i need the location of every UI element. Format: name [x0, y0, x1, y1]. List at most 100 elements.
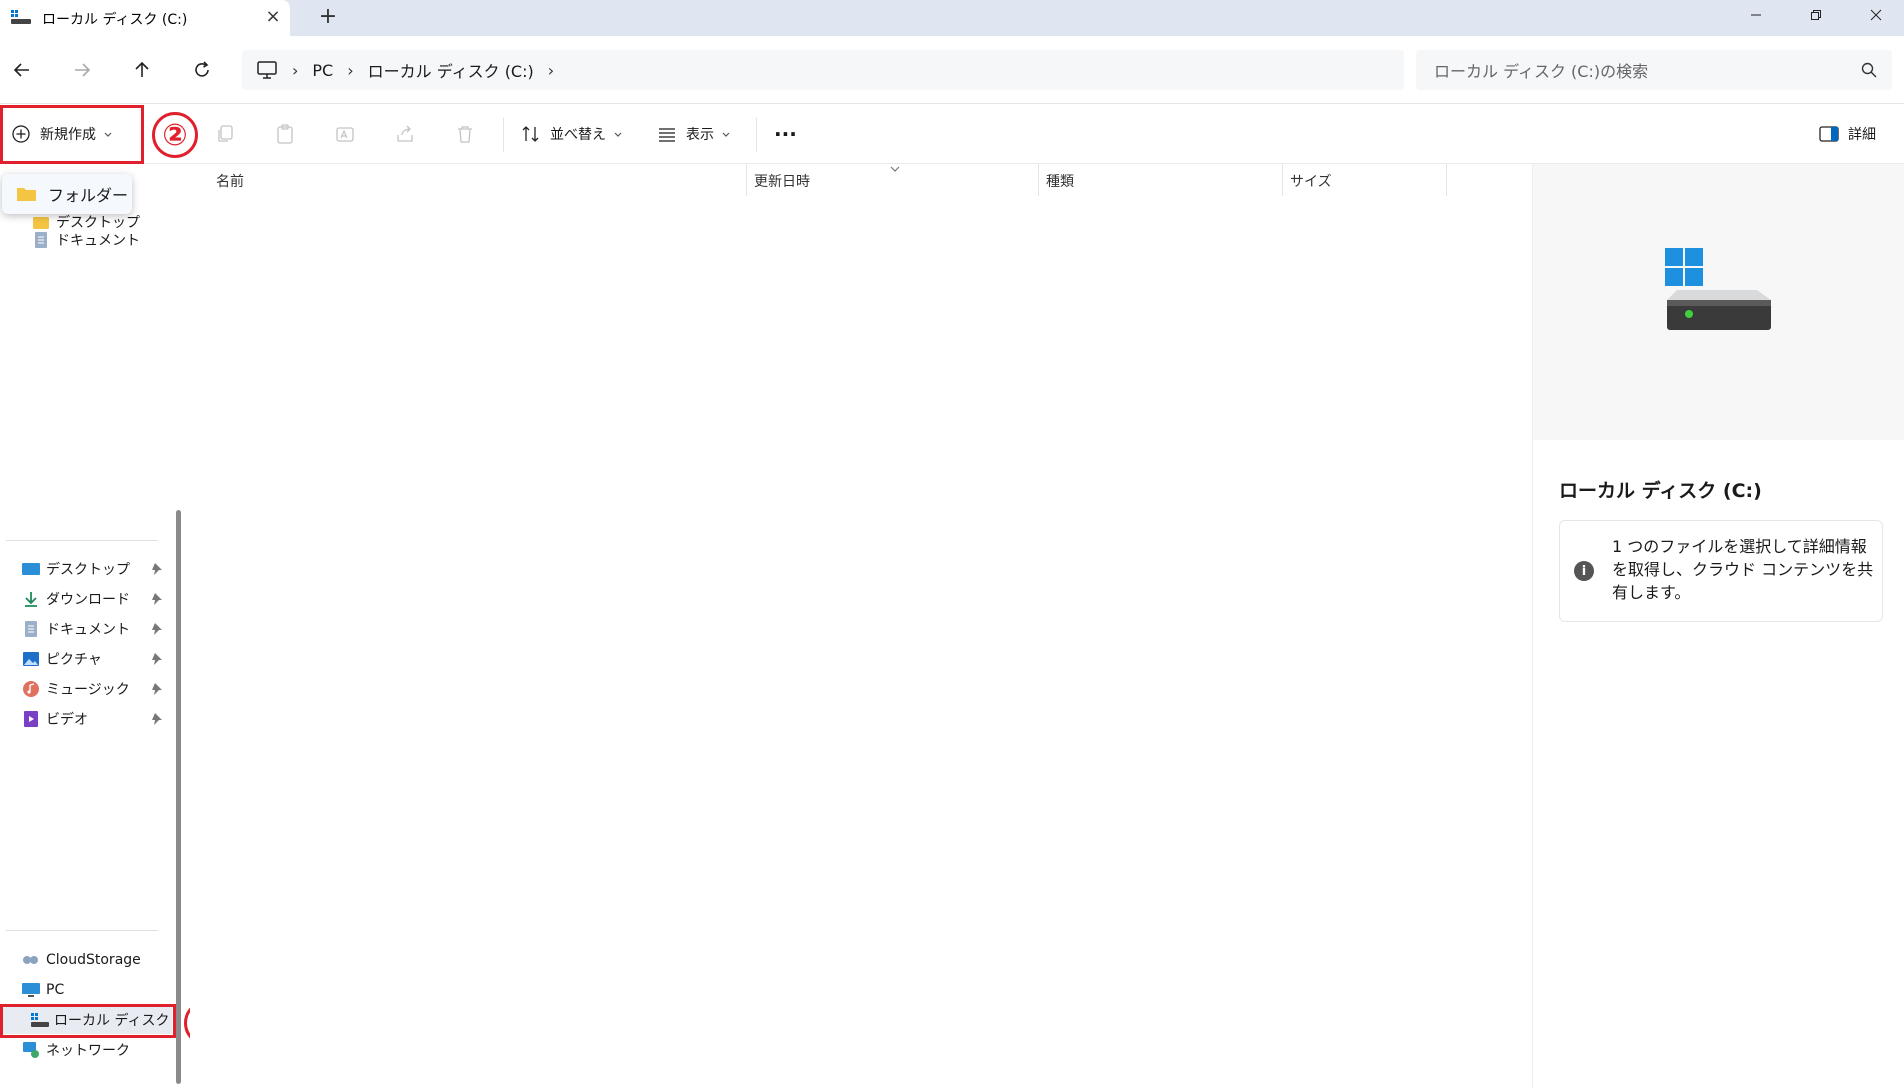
sort-button[interactable]: 並べ替え — [520, 114, 624, 154]
more-button[interactable]: ··· — [774, 114, 797, 154]
column-header-modified[interactable]: 更新日時 — [754, 164, 810, 198]
video-icon — [20, 709, 42, 729]
pin-icon — [152, 653, 162, 665]
details-pane: ローカル ディスク (C:) i 1 つのファイルを選択して詳細情報を取得し、ク… — [1532, 164, 1904, 1088]
view-label: 表示 — [686, 127, 714, 143]
sidebar-item-label: ビデオ — [46, 712, 88, 728]
pin-icon — [152, 563, 162, 575]
rename-button[interactable] — [334, 114, 356, 154]
column-header-size[interactable]: サイズ — [1290, 164, 1332, 198]
breadcrumb[interactable]: › PC › ローカル ディスク (C:) › — [242, 50, 1404, 90]
arrow-up-icon — [135, 61, 149, 77]
list-view-icon — [659, 128, 675, 142]
delete-button[interactable] — [454, 114, 476, 154]
more-icon: ··· — [774, 122, 797, 146]
sidebar-item-label: ドキュメント — [46, 622, 130, 638]
network-icon — [20, 1040, 42, 1060]
sidebar-item-downloads[interactable]: ダウンロード — [0, 585, 172, 613]
restore-button[interactable] — [1786, 0, 1846, 30]
up-button[interactable] — [122, 50, 162, 90]
new-tab-button[interactable]: + — [316, 5, 340, 29]
cloud-storage-icon — [20, 950, 42, 970]
sidebar-item-label: デスクトップ — [46, 562, 130, 578]
sort-label: 並べ替え — [550, 127, 606, 143]
sidebar-item-music[interactable]: ミュージック — [0, 675, 172, 703]
share-button[interactable] — [394, 114, 416, 154]
sidebar-item-desktop[interactable]: デスクトップ — [0, 555, 172, 583]
pin-icon — [152, 623, 162, 635]
paste-icon — [277, 124, 293, 144]
paste-button[interactable] — [274, 114, 296, 154]
menu-item-folder[interactable]: フォルダー — [16, 182, 128, 206]
column-header-name[interactable]: 名前 — [216, 164, 244, 198]
sidebar-item-pc[interactable]: PC — [0, 976, 172, 1004]
chevron-right-icon[interactable]: › — [548, 61, 554, 80]
sidebar-item-cloudstorage[interactable]: CloudStorage — [0, 946, 172, 974]
sidebar-item-documents[interactable]: ドキュメント — [0, 615, 172, 643]
share-icon — [397, 125, 413, 142]
close-window-button[interactable] — [1846, 0, 1904, 30]
address-bar: › PC › ローカル ディスク (C:) › ローカル ディスク (C:)の検… — [0, 36, 1904, 104]
tab-title: ローカル ディスク (C:) — [42, 12, 188, 28]
sidebar-item-label: ドキュメント — [56, 233, 140, 249]
copy-icon — [218, 125, 233, 142]
forward-button[interactable] — [62, 50, 102, 90]
copy-button[interactable] — [214, 114, 236, 154]
title-bar: ローカル ディスク (C:) × + — [0, 0, 1904, 36]
sidebar-scrollbar[interactable] — [176, 510, 181, 1084]
download-icon — [20, 589, 42, 609]
restore-icon — [1811, 10, 1821, 20]
chevron-right-icon[interactable]: › — [347, 61, 353, 80]
back-button[interactable] — [2, 50, 42, 90]
column-divider[interactable] — [1282, 164, 1283, 196]
pc-icon — [20, 980, 42, 1000]
annotation-step-2: ② — [152, 112, 198, 158]
annotation-box-new — [0, 105, 144, 164]
refresh-icon — [195, 61, 209, 77]
toolbar-divider — [503, 118, 504, 152]
minimize-icon — [1751, 14, 1761, 16]
new-dropdown-menu: フォルダー — [2, 174, 132, 214]
details-preview — [1533, 164, 1904, 440]
search-icon — [1861, 62, 1877, 78]
sidebar-item-network[interactable]: ネットワーク — [0, 1036, 172, 1064]
sidebar-item-documents-top[interactable]: ドキュメント — [0, 226, 172, 254]
refresh-button[interactable] — [182, 50, 222, 90]
arrow-right-icon — [75, 63, 91, 77]
details-pane-button[interactable]: 詳細 — [1818, 114, 1876, 154]
breadcrumb-local-disk[interactable]: ローカル ディスク (C:) — [368, 58, 534, 82]
chevron-down-icon — [722, 132, 730, 137]
breadcrumb-pc[interactable]: PC — [312, 61, 333, 80]
chevron-down-icon — [614, 132, 622, 137]
close-icon — [1870, 9, 1882, 21]
sidebar-item-label: CloudStorage — [46, 952, 141, 968]
drive-icon — [1665, 248, 1771, 330]
details-info-card: i 1 つのファイルを選択して詳細情報を取得し、クラウド コンテンツを共有します… — [1559, 520, 1883, 622]
sidebar-item-pictures[interactable]: ピクチャ — [0, 645, 172, 673]
column-header-type[interactable]: 種類 — [1046, 164, 1074, 198]
sidebar-item-label: PC — [46, 982, 65, 998]
chevron-right-icon[interactable]: › — [292, 61, 298, 80]
info-icon: i — [1574, 561, 1594, 581]
view-button[interactable]: 表示 — [656, 114, 732, 154]
folder-icon — [17, 188, 36, 201]
pin-icon — [152, 713, 162, 725]
sidebar-item-videos[interactable]: ビデオ — [0, 705, 172, 733]
drive-icon — [11, 10, 31, 24]
column-divider[interactable] — [746, 164, 747, 196]
sidebar-item-label: ピクチャ — [46, 652, 102, 668]
sidebar-item-label: ミュージック — [46, 682, 130, 698]
column-divider[interactable] — [1446, 164, 1447, 196]
search-placeholder: ローカル ディスク (C:)の検索 — [1434, 62, 1649, 81]
document-icon — [30, 230, 52, 250]
search-input[interactable]: ローカル ディスク (C:)の検索 — [1416, 50, 1892, 90]
tab-local-disk[interactable]: ローカル ディスク (C:) × — [0, 0, 290, 36]
details-title: ローカル ディスク (C:) — [1559, 480, 1762, 502]
close-tab-icon[interactable]: × — [262, 6, 284, 28]
column-divider[interactable] — [1038, 164, 1039, 196]
pin-icon — [152, 683, 162, 695]
sidebar-divider — [6, 930, 158, 931]
minimize-button[interactable] — [1726, 0, 1786, 30]
sidebar-item-label: ダウンロード — [46, 592, 130, 608]
pin-icon — [152, 593, 162, 605]
